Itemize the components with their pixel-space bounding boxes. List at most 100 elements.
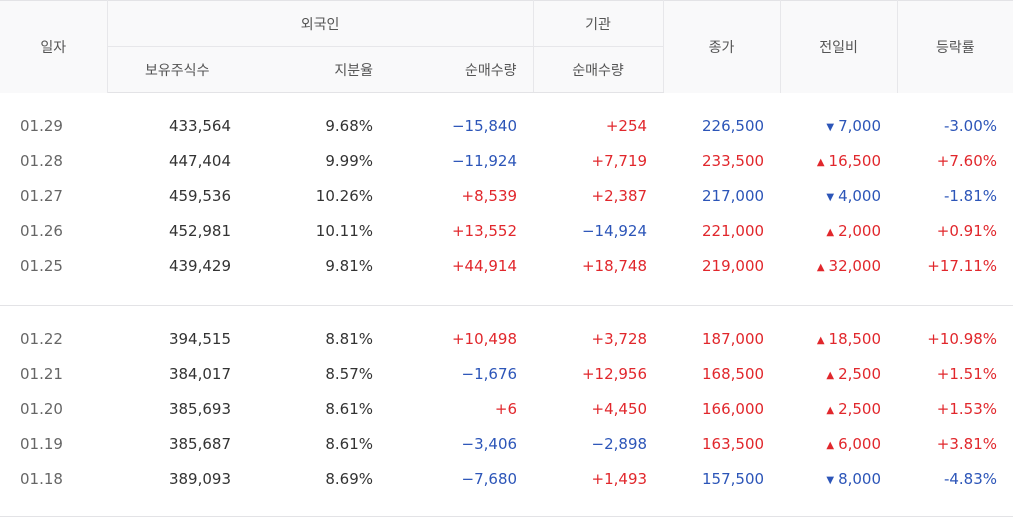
share-ratio-cell: 10.26%: [315, 186, 373, 205]
share-ratio-cell: 8.61%: [325, 399, 373, 418]
foreign-net-cell: −1,676: [461, 364, 518, 383]
share-ratio-cell: 8.69%: [325, 469, 373, 488]
change-value: 6,000: [838, 434, 882, 453]
investor-trading-table: 일자 외국인 기관 종가 전일비 등락률 보유주식수 지분율 순매수량 순매수량…: [0, 0, 1013, 517]
foreign-net-cell: −7,680: [461, 469, 518, 488]
share-ratio-cell: 8.61%: [325, 434, 373, 453]
close-price-cell: 163,500: [702, 434, 765, 453]
rate-cell: -4.83%: [943, 469, 998, 488]
holdings-cell: 389,093: [168, 469, 231, 488]
header-change: 전일비: [780, 0, 898, 93]
rate-cell: -3.00%: [943, 116, 998, 135]
triangle-down-icon: ▼: [826, 474, 835, 486]
rate-cell: +3.81%: [936, 434, 998, 453]
triangle-up-icon: ▲: [816, 261, 825, 273]
triangle-up-icon: ▲: [816, 334, 825, 346]
institution-net-cell: +18,748: [581, 256, 648, 275]
close-price-cell: 233,500: [702, 151, 765, 170]
rate-cell: +17.11%: [927, 256, 998, 275]
header-share-ratio: 지분율: [247, 46, 389, 93]
share-ratio-cell: 9.99%: [325, 151, 373, 170]
foreign-net-cell: +10,498: [451, 329, 518, 348]
holdings-cell: 385,693: [168, 399, 231, 418]
investor-trading-table-container: 일자 외국인 기관 종가 전일비 등락률 보유주식수 지분율 순매수량 순매수량…: [0, 0, 1013, 520]
date-cell: 01.25: [20, 256, 63, 275]
holdings-cell: 394,515: [168, 329, 231, 348]
change-value: 32,000: [828, 256, 882, 275]
table-body: 01.29 433,564 9.68% −15,840 +254 226,500 ▼ 7,00…: [0, 93, 1013, 517]
change-cell: ▼ 8,000: [780, 461, 897, 496]
change-value: 8,000: [838, 469, 882, 488]
date-cell: 01.27: [20, 186, 63, 205]
table-row: 01.28 447,404 9.99% −11,924 +7,719 233,500 ▲ 16…: [0, 143, 1013, 178]
institution-net-cell: +2,387: [591, 186, 648, 205]
table-header: 일자 외국인 기관 종가 전일비 등락률 보유주식수 지분율 순매수량 순매수량: [0, 0, 1013, 93]
institution-net-cell: +1,493: [591, 469, 648, 488]
date-cell: 01.22: [20, 329, 63, 348]
institution-net-cell: −2,898: [591, 434, 648, 453]
close-price-cell: 168,500: [702, 364, 765, 383]
change-cell: ▲ 16,500: [780, 143, 897, 178]
change-cell: ▼ 4,000: [780, 178, 897, 213]
change-value: 4,000: [838, 186, 882, 205]
table-row: 01.25 439,429 9.81% +44,914 +18,748 219,000 ▲ 3…: [0, 248, 1013, 283]
header-institution: 기관: [533, 0, 664, 47]
date-cell: 01.20: [20, 399, 63, 418]
table-row: 01.22 394,515 8.81% +10,498 +3,728 187,000 ▲ 18…: [0, 321, 1013, 356]
table-row: 01.18 389,093 8.69% −7,680 +1,493 157,500 ▼ 8,0…: [0, 461, 1013, 496]
change-value: 2,500: [838, 399, 882, 418]
header-holdings: 보유주식수: [107, 46, 247, 93]
triangle-up-icon: ▲: [826, 369, 835, 381]
triangle-down-icon: ▼: [826, 191, 835, 203]
change-value: 18,500: [828, 329, 882, 348]
close-price-cell: 217,000: [702, 186, 765, 205]
table-row: 01.20 385,693 8.61% +6 +4,450 166,000 ▲ 2,500 +1…: [0, 391, 1013, 426]
header-foreign: 외국인: [107, 0, 534, 47]
share-ratio-cell: 10.11%: [315, 221, 373, 240]
holdings-cell: 385,687: [168, 434, 231, 453]
institution-net-cell: +3,728: [591, 329, 648, 348]
foreign-net-cell: +6: [494, 399, 518, 418]
header-institution-net: 순매수량: [533, 46, 664, 93]
holdings-cell: 452,981: [168, 221, 231, 240]
foreign-net-cell: +44,914: [451, 256, 518, 275]
triangle-up-icon: ▲: [826, 404, 835, 416]
change-cell: ▲ 6,000: [780, 426, 897, 461]
institution-net-cell: +7,719: [591, 151, 648, 170]
share-ratio-cell: 8.81%: [325, 329, 373, 348]
triangle-up-icon: ▲: [826, 226, 835, 238]
rate-cell: +7.60%: [936, 151, 998, 170]
institution-net-cell: +12,956: [581, 364, 648, 383]
foreign-net-cell: −11,924: [451, 151, 518, 170]
holdings-cell: 447,404: [168, 151, 231, 170]
close-price-cell: 187,000: [702, 329, 765, 348]
rate-cell: +1.51%: [936, 364, 998, 383]
triangle-up-icon: ▲: [816, 156, 825, 168]
rate-cell: +10.98%: [927, 329, 998, 348]
header-close: 종가: [663, 0, 781, 93]
date-cell: 01.26: [20, 221, 63, 240]
close-price-cell: 226,500: [702, 116, 765, 135]
table-row: 01.19 385,687 8.61% −3,406 −2,898 163,500 ▲ 6,0…: [0, 426, 1013, 461]
share-ratio-cell: 9.68%: [325, 116, 373, 135]
change-cell: ▲ 32,000: [780, 248, 897, 283]
triangle-down-icon: ▼: [826, 121, 835, 133]
holdings-cell: 459,536: [168, 186, 231, 205]
triangle-up-icon: ▲: [826, 439, 835, 451]
table-row: 01.26 452,981 10.11% +13,552 −14,924 221,000 ▲…: [0, 213, 1013, 248]
header-date: 일자: [0, 0, 108, 93]
holdings-cell: 439,429: [168, 256, 231, 275]
date-cell: 01.28: [20, 151, 63, 170]
institution-net-cell: +254: [605, 116, 648, 135]
date-cell: 01.21: [20, 364, 63, 383]
foreign-net-cell: −3,406: [461, 434, 518, 453]
change-cell: ▲ 2,000: [780, 213, 897, 248]
rate-cell: -1.81%: [943, 186, 998, 205]
change-cell: ▼ 7,000: [780, 108, 897, 143]
date-cell: 01.18: [20, 469, 63, 488]
share-ratio-cell: 8.57%: [325, 364, 373, 383]
change-value: 2,500: [838, 364, 882, 383]
holdings-cell: 433,564: [168, 116, 231, 135]
header-foreign-net: 순매수량: [389, 46, 534, 93]
foreign-net-cell: +13,552: [451, 221, 518, 240]
